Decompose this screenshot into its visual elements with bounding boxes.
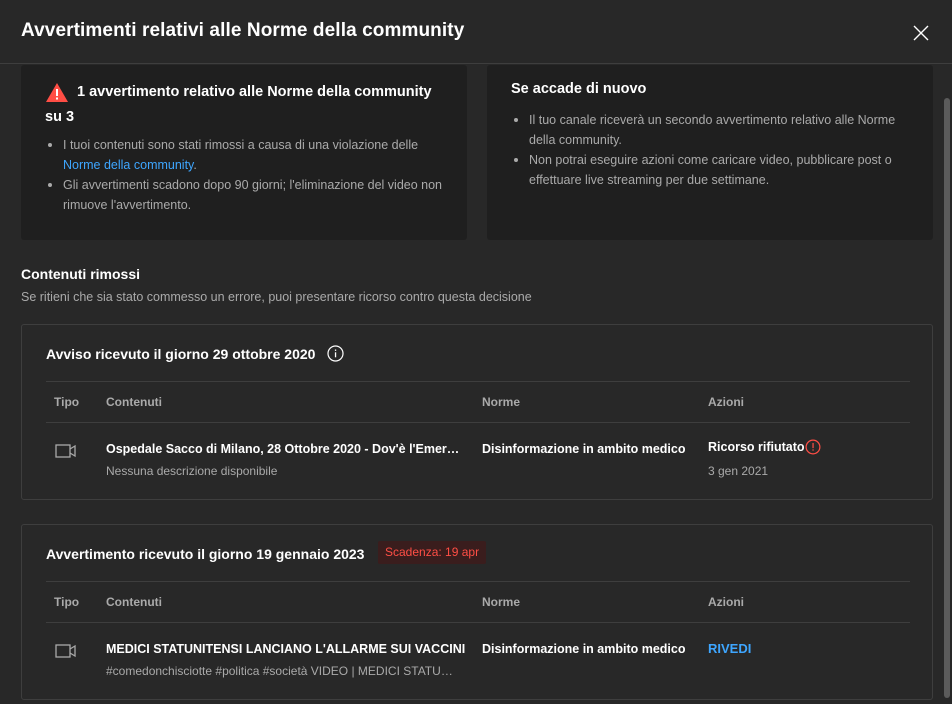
video-title[interactable]: Ospedale Sacco di Milano, 28 Ottobre 202…	[106, 442, 466, 456]
divider	[46, 581, 910, 582]
video-description: Nessuna descrizione disponibile	[106, 464, 278, 478]
notice-title: Avviso ricevuto il giorno 29 ottobre 202…	[46, 346, 316, 362]
notice-card: Avvertimento ricevuto il giorno 19 genna…	[21, 524, 933, 700]
strike-summary-list: I tuoi contenuti sono stati rimossi a ca…	[45, 135, 445, 215]
removed-content-title: Contenuti rimossi	[21, 266, 141, 282]
list-item: Non potrai eseguire azioni come caricare…	[511, 150, 916, 190]
column-header-policy: Norme	[482, 595, 521, 609]
policy-name: Disinformazione in ambito medico	[482, 442, 686, 456]
divider	[46, 381, 910, 382]
expiry-badge: Scadenza: 19 apr	[378, 541, 487, 564]
dialog-header: Avvertimenti relativi alle Norme della c…	[0, 0, 952, 64]
if-again-title: Se accade di nuovo	[511, 81, 647, 97]
info-icon[interactable]	[327, 345, 344, 362]
scrollbar[interactable]	[944, 98, 950, 698]
community-guidelines-link[interactable]: Norme della community	[63, 158, 193, 172]
review-button[interactable]: RIVEDI	[708, 641, 751, 656]
close-icon	[913, 25, 929, 41]
notice-card: Avviso ricevuto il giorno 29 ottobre 202…	[21, 324, 933, 500]
column-header-actions: Azioni	[708, 395, 744, 409]
strikes-dialog: Avvertimenti relativi alle Norme della c…	[0, 0, 952, 704]
video-description: #comedonchisciotte #politica #società VI…	[106, 664, 461, 678]
notice-title: Avvertimento ricevuto il giorno 19 genna…	[46, 546, 365, 562]
video-icon	[55, 444, 76, 458]
alert-info-icon[interactable]	[805, 439, 821, 455]
column-header-type: Tipo	[54, 395, 80, 409]
appeal-status: Ricorso rifiutato	[708, 440, 805, 454]
divider	[46, 622, 910, 623]
column-header-type: Tipo	[54, 595, 80, 609]
column-header-content: Contenuti	[106, 395, 162, 409]
list-item: Gli avvertimenti scadono dopo 90 giorni;…	[45, 175, 445, 215]
list-item: Il tuo canale riceverà un secondo avvert…	[511, 110, 916, 150]
close-button[interactable]	[905, 17, 937, 49]
if-again-list: Il tuo canale riceverà un secondo avvert…	[511, 110, 916, 190]
removed-content-subtitle: Se ritieni che sia stato commesso un err…	[21, 290, 532, 304]
column-header-content: Contenuti	[106, 595, 162, 609]
policy-name: Disinformazione in ambito medico	[482, 642, 686, 656]
strike-count-title: 1 avvertimento relativo alle Norme della…	[45, 84, 432, 125]
video-icon	[55, 644, 76, 658]
column-header-actions: Azioni	[708, 595, 744, 609]
video-title[interactable]: MEDICI STATUNITENSI LANCIANO L'ALLARME S…	[106, 642, 466, 656]
dialog-title: Avvertimenti relativi alle Norme della c…	[21, 20, 465, 41]
column-header-policy: Norme	[482, 395, 521, 409]
divider	[46, 422, 910, 423]
appeal-date: 3 gen 2021	[708, 464, 769, 478]
list-item: I tuoi contenuti sono stati rimossi a ca…	[45, 135, 445, 175]
